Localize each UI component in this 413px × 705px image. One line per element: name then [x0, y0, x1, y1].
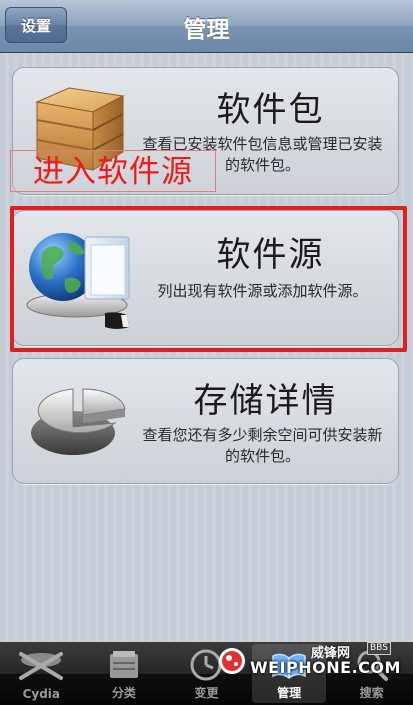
packages-title: 软件包: [216, 90, 325, 130]
tab-search-label: 搜索: [359, 686, 384, 700]
tab-categories-label: 分类: [111, 686, 136, 700]
watermark-bbs-badge: BBS: [367, 642, 391, 655]
tab-manage-label: 管理: [277, 686, 302, 700]
categories-icon: [107, 648, 141, 686]
storage-description: 查看您还有多少剩余空间可供安装新的软件包。: [142, 426, 383, 465]
navigation-bar: 设置 管理: [0, 0, 413, 53]
tab-categories[interactable]: 分类: [83, 642, 166, 705]
highlight-box: [10, 206, 407, 352]
tab-cydia-label: Cydia: [22, 687, 61, 701]
pie-chart-icon: [27, 371, 131, 475]
storage-card[interactable]: 存储详情 查看您还有多少剩余空间可供安装新的软件包。: [12, 358, 399, 484]
watermark-domain: WEIPHONE.COM: [250, 658, 401, 677]
weiphone-watermark: 威锋网 BBS WEIPHONE.COM: [215, 640, 400, 680]
page-title: 管理: [183, 17, 230, 43]
cydia-icon: [15, 648, 67, 686]
tab-cydia[interactable]: Cydia: [0, 642, 83, 705]
weiphone-logo-icon: [217, 646, 247, 680]
annotation-label: 进入软件源: [10, 150, 216, 192]
storage-title: 存储详情: [193, 381, 338, 421]
tab-changes-label: 变更: [194, 686, 219, 700]
